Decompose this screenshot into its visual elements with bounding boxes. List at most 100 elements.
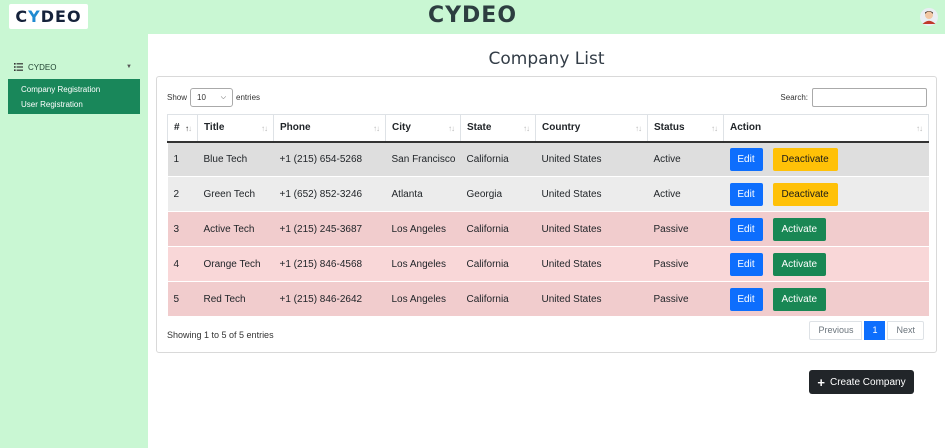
edit-button[interactable]: Edit bbox=[729, 182, 763, 206]
cell-phone: +1 (215) 846-2642 bbox=[273, 281, 386, 317]
table-header-row: # ↑↓ Title ↑↓ Phone ↑↓ City ↑↓ State ↑↓ Count… bbox=[167, 114, 929, 143]
cell-state: California bbox=[460, 281, 536, 317]
table-row: 3 Active Tech +1 (215) 245-3687 Los Ange… bbox=[167, 211, 929, 247]
plus-icon: + bbox=[817, 374, 825, 390]
cell-number: 4 bbox=[167, 246, 198, 282]
cell-title: Orange Tech bbox=[197, 246, 274, 282]
caret-down-icon: ▼ bbox=[126, 64, 132, 70]
cell-status: Active bbox=[647, 176, 724, 212]
list-icon bbox=[14, 63, 23, 71]
table-row: 2 Green Tech +1 (652) 852-3246 Atlanta G… bbox=[167, 176, 929, 212]
create-company-label: Create Company bbox=[830, 376, 906, 388]
edit-button[interactable]: Edit bbox=[729, 252, 763, 276]
sort-arrows-icon: ↑↓ bbox=[448, 124, 455, 133]
cell-country: United States bbox=[535, 176, 648, 212]
company-list-card: Show 10 ⌵ entries Search: # ↑↓ Title ↑↓ Ph… bbox=[156, 76, 937, 353]
cell-action: Edit Deactivate bbox=[723, 141, 929, 177]
cell-city: Los Angeles bbox=[385, 211, 461, 247]
company-table: # ↑↓ Title ↑↓ Phone ↑↓ City ↑↓ State ↑↓ Count… bbox=[167, 114, 929, 317]
cell-country: United States bbox=[535, 246, 648, 282]
cell-title: Green Tech bbox=[197, 176, 274, 212]
pagination: Previous 1 Next bbox=[809, 321, 924, 340]
cell-phone: +1 (652) 852-3246 bbox=[273, 176, 386, 212]
cell-status: Passive bbox=[647, 246, 724, 282]
entries-select-value: 10 bbox=[197, 93, 206, 102]
sidebar-section-label: CYDEO bbox=[28, 62, 57, 72]
cell-action: Edit Activate bbox=[723, 281, 929, 317]
table-row: 4 Orange Tech +1 (215) 846-4568 Los Ange… bbox=[167, 246, 929, 282]
sort-arrows-icon: ↑↓ bbox=[373, 124, 380, 133]
column-header-title[interactable]: Title ↑↓ bbox=[197, 114, 274, 143]
column-header-status[interactable]: Status ↑↓ bbox=[647, 114, 724, 143]
show-label: Show bbox=[167, 93, 188, 102]
column-header-action[interactable]: Action ↑↓ bbox=[723, 114, 929, 143]
cell-action: Edit Activate bbox=[723, 211, 929, 247]
cell-city: San Francisco bbox=[385, 141, 461, 177]
sort-arrows-icon: ↑↓ bbox=[635, 124, 642, 133]
cell-number: 5 bbox=[167, 281, 198, 317]
sidebar-item-user-registration[interactable]: User Registration bbox=[8, 97, 140, 112]
column-header-country[interactable]: Country ↑↓ bbox=[535, 114, 648, 143]
cell-title: Active Tech bbox=[197, 211, 274, 247]
cell-number: 3 bbox=[167, 211, 198, 247]
entries-select[interactable]: 10 ⌵ bbox=[190, 88, 234, 107]
column-header-number[interactable]: # ↑↓ bbox=[167, 114, 198, 143]
create-company-button[interactable]: + Create Company bbox=[809, 370, 914, 394]
entries-length-control: Show 10 ⌵ entries bbox=[167, 88, 260, 107]
deactivate-button[interactable]: Deactivate bbox=[772, 182, 838, 206]
cell-phone: +1 (215) 654-5268 bbox=[273, 141, 386, 177]
column-header-city[interactable]: City ↑↓ bbox=[385, 114, 461, 143]
cell-state: California bbox=[460, 246, 536, 282]
table-row: 5 Red Tech +1 (215) 846-2642 Los Angeles… bbox=[167, 281, 929, 317]
cell-number: 2 bbox=[167, 176, 198, 212]
cell-state: Georgia bbox=[460, 176, 536, 212]
search-label: Search: bbox=[780, 93, 808, 102]
cell-action: Edit Activate bbox=[723, 246, 929, 282]
cell-status: Passive bbox=[647, 281, 724, 317]
cell-phone: +1 (215) 846-4568 bbox=[273, 246, 386, 282]
cell-title: Red Tech bbox=[197, 281, 274, 317]
activate-button[interactable]: Activate bbox=[772, 252, 827, 276]
table-row: 1 Blue Tech +1 (215) 654-5268 San Franci… bbox=[167, 141, 929, 177]
cell-title: Blue Tech bbox=[197, 141, 274, 177]
sort-arrows-icon: ↑↓ bbox=[523, 124, 530, 133]
table-info: Showing 1 to 5 of 5 entries bbox=[167, 330, 274, 340]
entries-label: entries bbox=[236, 93, 261, 102]
activate-button[interactable]: Activate bbox=[772, 217, 827, 241]
page-title: Company List bbox=[488, 49, 605, 69]
sort-arrows-icon: ↑↓ bbox=[711, 124, 718, 133]
sort-arrows-icon: ↑↓ bbox=[185, 124, 192, 133]
edit-button[interactable]: Edit bbox=[729, 287, 763, 311]
sort-arrows-icon: ↑↓ bbox=[261, 124, 268, 133]
cell-number: 1 bbox=[167, 141, 198, 177]
pagination-next[interactable]: Next bbox=[887, 321, 924, 340]
cell-status: Active bbox=[647, 141, 724, 177]
pagination-page-1[interactable]: 1 bbox=[864, 321, 886, 340]
column-header-phone[interactable]: Phone ↑↓ bbox=[273, 114, 386, 143]
brand-title: CYDEO bbox=[427, 3, 518, 28]
deactivate-button[interactable]: Deactivate bbox=[772, 147, 838, 171]
chevron-down-icon: ⌵ bbox=[220, 93, 227, 101]
cell-country: United States bbox=[535, 211, 648, 247]
cell-country: United States bbox=[535, 141, 648, 177]
cell-country: United States bbox=[535, 281, 648, 317]
cell-phone: +1 (215) 245-3687 bbox=[273, 211, 386, 247]
column-header-state[interactable]: State ↑↓ bbox=[460, 114, 536, 143]
user-avatar-icon[interactable] bbox=[920, 8, 938, 26]
cell-action: Edit Deactivate bbox=[723, 176, 929, 212]
cell-city: Los Angeles bbox=[385, 281, 461, 317]
sidebar-submenu: Company Registration User Registration bbox=[8, 79, 140, 114]
sidebar-section-cydeo[interactable]: CYDEO ▼ bbox=[14, 61, 132, 73]
cell-state: California bbox=[460, 211, 536, 247]
activate-button[interactable]: Activate bbox=[772, 287, 827, 311]
cell-status: Passive bbox=[647, 211, 724, 247]
top-navbar: C Y DEO CYDEO bbox=[0, 0, 945, 34]
sidebar-item-company-registration[interactable]: Company Registration bbox=[8, 82, 140, 97]
sort-arrows-icon: ↑↓ bbox=[916, 124, 923, 133]
cell-city: Los Angeles bbox=[385, 246, 461, 282]
search-input[interactable] bbox=[812, 88, 927, 107]
edit-button[interactable]: Edit bbox=[729, 217, 763, 241]
edit-button[interactable]: Edit bbox=[729, 147, 763, 171]
pagination-previous[interactable]: Previous bbox=[809, 321, 863, 340]
cell-city: Atlanta bbox=[385, 176, 461, 212]
